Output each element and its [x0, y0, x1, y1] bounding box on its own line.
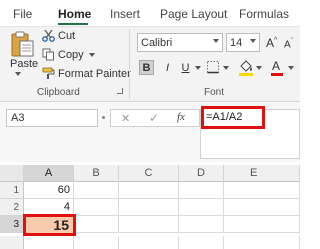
cell-b1[interactable] — [74, 182, 119, 199]
font-group-label: Font — [204, 87, 225, 98]
tab-home[interactable]: Home — [58, 7, 91, 21]
ribbon: Paste Cut Copy Format Painter Clipboard — [0, 26, 300, 102]
cell-c4[interactable] — [119, 236, 179, 249]
svg-text:A: A — [272, 59, 280, 73]
copy-dropdown-arrow[interactable] — [88, 52, 95, 57]
copy-label: Copy — [58, 48, 84, 61]
formula-buttons: ✕ ✓ fx — [110, 109, 200, 127]
borders-dropdown-arrow[interactable] — [223, 66, 229, 70]
row-header-2[interactable]: 2 — [0, 199, 24, 216]
cell-d2[interactable] — [179, 199, 224, 216]
group-separator — [129, 29, 130, 99]
select-all-corner[interactable] — [0, 165, 24, 182]
tab-insert[interactable]: Insert — [110, 7, 140, 21]
paste-label: Paste — [10, 58, 39, 70]
scissors-icon — [42, 29, 55, 42]
cell-d3[interactable] — [179, 216, 224, 233]
decrease-font-size-button[interactable]: Aˇ — [284, 38, 293, 50]
name-box-resize-handle[interactable] — [102, 116, 105, 119]
cell-b2[interactable] — [74, 199, 119, 216]
cell-e1[interactable] — [224, 182, 300, 199]
cell-d1[interactable] — [179, 182, 224, 199]
bold-button[interactable]: B — [139, 60, 154, 75]
cancel-formula-button[interactable]: ✕ — [121, 112, 130, 125]
cell-c2[interactable] — [119, 199, 179, 216]
tab-file[interactable]: File — [13, 7, 32, 21]
name-box[interactable]: A3 — [6, 109, 98, 127]
cell-c1[interactable] — [119, 182, 179, 199]
fill-color-dropdown-arrow[interactable] — [256, 66, 262, 70]
tab-page-layout[interactable]: Page Layout — [160, 7, 227, 21]
copy-button[interactable]: Copy — [42, 48, 95, 61]
row-header-3[interactable]: 3 — [0, 216, 24, 233]
tab-formulas[interactable]: Formulas — [239, 7, 289, 21]
row-header-4[interactable] — [0, 236, 24, 249]
font-size-select[interactable]: 14 — [226, 33, 260, 52]
active-tab-indicator — [58, 23, 88, 25]
fill-bucket-icon — [239, 60, 253, 76]
borders-button[interactable] — [206, 60, 221, 75]
font-name-dropdown-arrow — [213, 39, 219, 43]
borders-icon — [207, 61, 219, 74]
clipboard-launcher-icon[interactable] — [117, 88, 123, 94]
column-header-e[interactable]: E — [224, 165, 300, 182]
fill-color-button[interactable] — [238, 59, 255, 76]
underline-dropdown-arrow[interactable] — [195, 66, 201, 70]
column-header-d[interactable]: D — [179, 165, 224, 182]
column-header-b[interactable]: B — [74, 165, 119, 182]
increase-font-size-button[interactable]: A^ — [266, 36, 277, 50]
cut-button[interactable]: Cut — [42, 29, 75, 42]
insert-function-button[interactable]: fx — [177, 111, 185, 123]
font-size-value: 14 — [230, 36, 243, 49]
clipboard-group-label: Clipboard — [37, 87, 80, 98]
cell-d4[interactable] — [179, 236, 224, 249]
cell-c3[interactable] — [119, 216, 179, 233]
column-header-a[interactable]: A — [24, 165, 74, 182]
paintbrush-icon — [42, 67, 55, 79]
cell-e2[interactable] — [224, 199, 300, 216]
font-name-value: Calibri — [141, 36, 173, 49]
column-header-c[interactable]: C — [119, 165, 179, 182]
cell-a4[interactable] — [24, 236, 74, 249]
cut-label: Cut — [58, 29, 76, 42]
paste-dropdown-arrow[interactable] — [15, 72, 21, 76]
cell-a3[interactable]: 15 — [23, 214, 76, 236]
cell-b3[interactable] — [74, 216, 119, 233]
format-painter-button[interactable]: Format Painter — [42, 67, 131, 80]
font-name-select[interactable]: Calibri — [137, 33, 223, 52]
cell-a1[interactable]: 60 — [24, 182, 74, 199]
formula-input[interactable]: =A1/A2 — [201, 106, 265, 129]
font-color-dropdown-arrow[interactable] — [288, 66, 294, 70]
underline-button[interactable]: U — [178, 60, 193, 75]
cell-e4[interactable] — [224, 236, 300, 249]
font-color-icon: A — [271, 59, 283, 76]
cell-e3[interactable] — [224, 216, 300, 233]
cell-b4[interactable] — [74, 236, 119, 249]
copy-icon — [42, 48, 54, 61]
paste-icon — [11, 31, 34, 57]
enter-formula-button[interactable]: ✓ — [149, 111, 159, 125]
italic-button[interactable]: I — [160, 60, 175, 75]
font-color-button[interactable]: A — [270, 59, 284, 76]
row-header-1[interactable]: 1 — [0, 182, 24, 199]
font-size-dropdown-arrow — [250, 39, 256, 43]
format-painter-label: Format Painter — [58, 67, 131, 80]
